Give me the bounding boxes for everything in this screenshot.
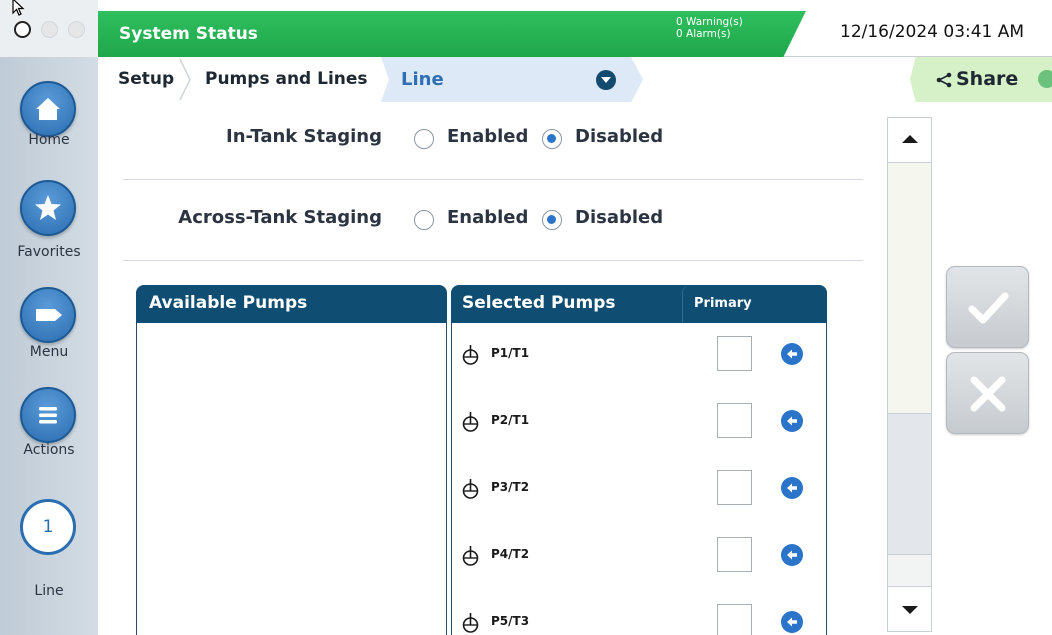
line-label: Line	[34, 583, 64, 599]
available-pumps-list[interactable]	[136, 323, 447, 635]
arrow-left-icon[interactable]	[781, 477, 803, 499]
across-tank-disabled-label[interactable]: Disabled	[575, 207, 663, 228]
line-number-badge[interactable]: 1	[20, 499, 76, 555]
primary-checkbox[interactable]	[717, 604, 752, 635]
across-tank-enabled-radio[interactable]	[414, 210, 434, 230]
primary-checkbox[interactable]	[717, 537, 752, 572]
actions-label: Actions	[23, 442, 75, 458]
primary-checkbox[interactable]	[717, 470, 752, 505]
available-pumps-header: Available Pumps	[136, 285, 447, 323]
top-status-bar: System Status 0 Warning(s) 0 Alarm(s) 12…	[0, 0, 1052, 57]
pump-icon	[462, 479, 479, 499]
scroll-up-button[interactable]	[888, 118, 931, 163]
scroll-track[interactable]	[888, 163, 931, 413]
selected-pumps-label: Selected Pumps	[462, 293, 616, 313]
divider	[123, 260, 863, 261]
pump-name: P5/T3	[491, 614, 530, 628]
system-status-title: System Status	[119, 24, 258, 44]
in-tank-staging-setting: In-Tank Staging Enabled Disabled	[98, 118, 884, 158]
actions-button[interactable]	[20, 387, 76, 443]
in-tank-disabled-label[interactable]: Disabled	[575, 126, 663, 147]
primary-checkbox[interactable]	[717, 403, 752, 438]
close-icon	[970, 376, 1006, 412]
primary-checkbox[interactable]	[717, 336, 752, 371]
in-tank-disabled-radio[interactable]	[542, 129, 562, 149]
window-minimize-dot[interactable]	[41, 21, 58, 38]
divider	[123, 179, 863, 180]
favorites-button[interactable]	[20, 180, 76, 236]
pump-icon	[462, 345, 479, 365]
pump-name: P4/T2	[491, 547, 530, 561]
pump-name: P2/T1	[491, 413, 530, 427]
selected-pumps-list: P1/T1 P2/T1 P3/T2 P4/T2 P5/T3	[451, 323, 827, 635]
confirm-button[interactable]	[946, 266, 1029, 348]
selected-pump-row[interactable]: P2/T1	[452, 401, 828, 441]
pump-icon	[462, 613, 479, 633]
share-label: Share	[956, 68, 1019, 90]
menu-label: Menu	[29, 344, 69, 360]
breadcrumb-setup[interactable]: Setup	[118, 57, 174, 102]
line-settings-panel: In-Tank Staging Enabled Disabled Across-…	[98, 102, 884, 635]
window-controls	[0, 0, 98, 57]
breadcrumb-separator	[179, 59, 191, 100]
breadcrumb-current-line: Line	[401, 69, 444, 90]
breadcrumb: Setup Pumps and Lines Line Share	[98, 57, 1052, 102]
scroll-thumb[interactable]	[888, 413, 931, 555]
selected-pumps-header: Selected Pumps Primary	[451, 285, 827, 323]
warning-count: 0 Warning(s)	[676, 16, 743, 28]
check-icon	[968, 292, 1009, 324]
across-tank-enabled-label[interactable]: Enabled	[447, 207, 528, 228]
cancel-button[interactable]	[946, 352, 1029, 434]
star-icon	[35, 195, 61, 220]
arrow-left-icon[interactable]	[781, 544, 803, 566]
share-icon	[936, 72, 952, 88]
left-nav: Home Favorites Menu Actions 1 Line	[0, 57, 98, 635]
chevron-down-icon[interactable]	[596, 70, 616, 90]
scroll-down-button[interactable]	[888, 586, 931, 631]
selected-pump-row[interactable]: P3/T2	[452, 468, 828, 508]
date-time: 12/16/2024 03:41 AM	[840, 22, 1025, 42]
home-button[interactable]	[20, 81, 76, 137]
home-label: Home	[28, 132, 70, 148]
pump-icon	[462, 546, 479, 566]
across-tank-staging-setting: Across-Tank Staging Enabled Disabled	[98, 199, 884, 239]
window-maximize-dot[interactable]	[68, 21, 85, 38]
arrow-left-icon[interactable]	[781, 343, 803, 365]
vertical-scrollbar[interactable]	[887, 117, 932, 632]
arrow-left-icon[interactable]	[781, 611, 803, 633]
system-status-banner[interactable]: System Status 0 Warning(s) 0 Alarm(s)	[98, 11, 806, 57]
pump-name: P3/T2	[491, 480, 530, 494]
selected-pump-row[interactable]: P4/T2	[452, 535, 828, 575]
pump-name: P1/T1	[491, 346, 530, 360]
tag-icon	[36, 309, 62, 321]
pump-icon	[462, 412, 479, 432]
share-dropdown-icon[interactable]	[1038, 70, 1052, 88]
selected-pump-row[interactable]: P5/T3	[452, 602, 828, 635]
favorites-label: Favorites	[17, 244, 81, 260]
list-icon	[39, 407, 57, 424]
in-tank-enabled-radio[interactable]	[414, 129, 434, 149]
menu-button[interactable]	[20, 287, 76, 343]
alert-counts: 0 Warning(s) 0 Alarm(s)	[676, 16, 743, 40]
selected-pump-row[interactable]: P1/T1	[452, 334, 828, 374]
across-tank-disabled-radio[interactable]	[542, 210, 562, 230]
primary-label: Primary	[694, 296, 752, 311]
across-tank-staging-label: Across-Tank Staging	[178, 207, 382, 228]
primary-column-header: Primary	[682, 285, 827, 323]
mouse-cursor-icon	[12, 0, 25, 16]
in-tank-enabled-label[interactable]: Enabled	[447, 126, 528, 147]
in-tank-staging-label: In-Tank Staging	[226, 126, 382, 147]
arrow-left-icon[interactable]	[781, 410, 803, 432]
breadcrumb-pumps-and-lines[interactable]: Pumps and Lines	[205, 57, 368, 102]
window-close-dot[interactable]	[14, 21, 31, 38]
home-icon	[36, 98, 60, 120]
alarm-count: 0 Alarm(s)	[676, 28, 731, 40]
